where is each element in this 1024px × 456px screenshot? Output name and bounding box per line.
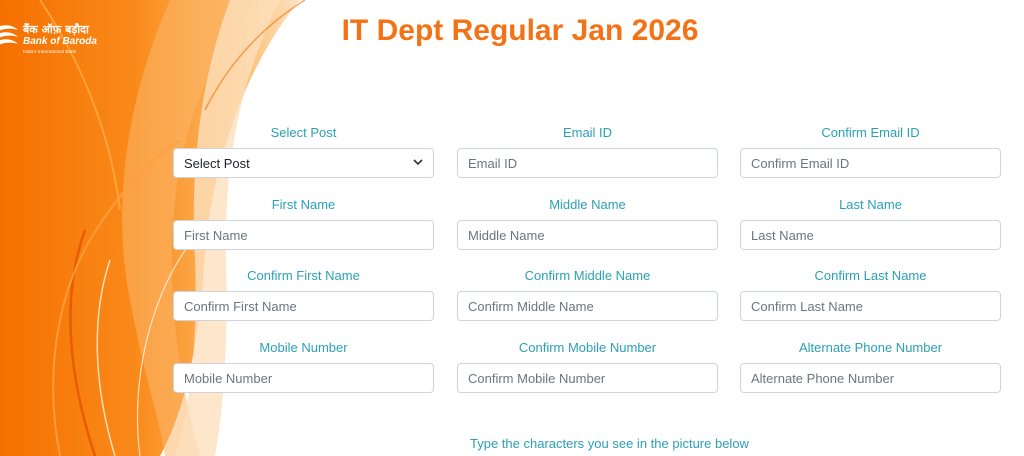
- email-label: Email ID: [562, 125, 613, 140]
- confirm-mobile-field[interactable]: [457, 363, 718, 393]
- select-post-dropdown[interactable]: Select Post: [173, 148, 434, 178]
- confirm-last-name-field[interactable]: [740, 291, 1001, 321]
- first-name-field[interactable]: [173, 220, 434, 250]
- middle-name-field[interactable]: [457, 220, 718, 250]
- confirm-middle-name-field[interactable]: [457, 291, 718, 321]
- captcha-instruction: Type the characters you see in the pictu…: [470, 436, 749, 451]
- middle-name-group: Middle Name: [457, 196, 718, 250]
- alternate-phone-group: Alternate Phone Number: [740, 339, 1001, 393]
- confirm-first-name-group: Confirm First Name: [173, 267, 434, 321]
- confirm-middle-name-group: Confirm Middle Name: [457, 267, 718, 321]
- mobile-field[interactable]: [173, 363, 434, 393]
- select-post-group: Select Post Select Post: [173, 124, 434, 178]
- mobile-group: Mobile Number: [173, 339, 434, 393]
- alternate-phone-label: Alternate Phone Number: [798, 340, 943, 355]
- select-post-label: Select Post: [270, 125, 337, 140]
- page-title: IT Dept Regular Jan 2026: [341, 14, 699, 47]
- first-name-label: First Name: [271, 197, 336, 212]
- confirm-first-name-label: Confirm First Name: [247, 268, 360, 283]
- bank-tagline: India's International Bank: [23, 49, 76, 54]
- mobile-label: Mobile Number: [259, 340, 348, 355]
- confirm-email-label: Confirm Email ID: [821, 125, 920, 140]
- alternate-phone-field[interactable]: [740, 363, 1001, 393]
- confirm-mobile-label: Confirm Mobile Number: [518, 340, 657, 355]
- confirm-email-field[interactable]: [740, 148, 1001, 178]
- middle-name-label: Middle Name: [549, 197, 626, 212]
- confirm-mobile-group: Confirm Mobile Number: [457, 339, 718, 393]
- last-name-field[interactable]: [740, 220, 1001, 250]
- last-name-group: Last Name: [740, 196, 1001, 250]
- last-name-label: Last Name: [839, 197, 902, 212]
- email-group: Email ID: [457, 124, 718, 178]
- confirm-last-name-group: Confirm Last Name: [740, 267, 1001, 321]
- first-name-group: First Name: [173, 196, 434, 250]
- select-post-value: Select Post: [184, 155, 250, 171]
- confirm-middle-name-label: Confirm Middle Name: [524, 268, 651, 283]
- confirm-last-name-label: Confirm Last Name: [814, 268, 927, 283]
- confirm-first-name-field[interactable]: [173, 291, 434, 321]
- chevron-down-icon: [413, 158, 423, 169]
- email-field[interactable]: [457, 148, 718, 178]
- confirm-email-group: Confirm Email ID: [740, 124, 1001, 178]
